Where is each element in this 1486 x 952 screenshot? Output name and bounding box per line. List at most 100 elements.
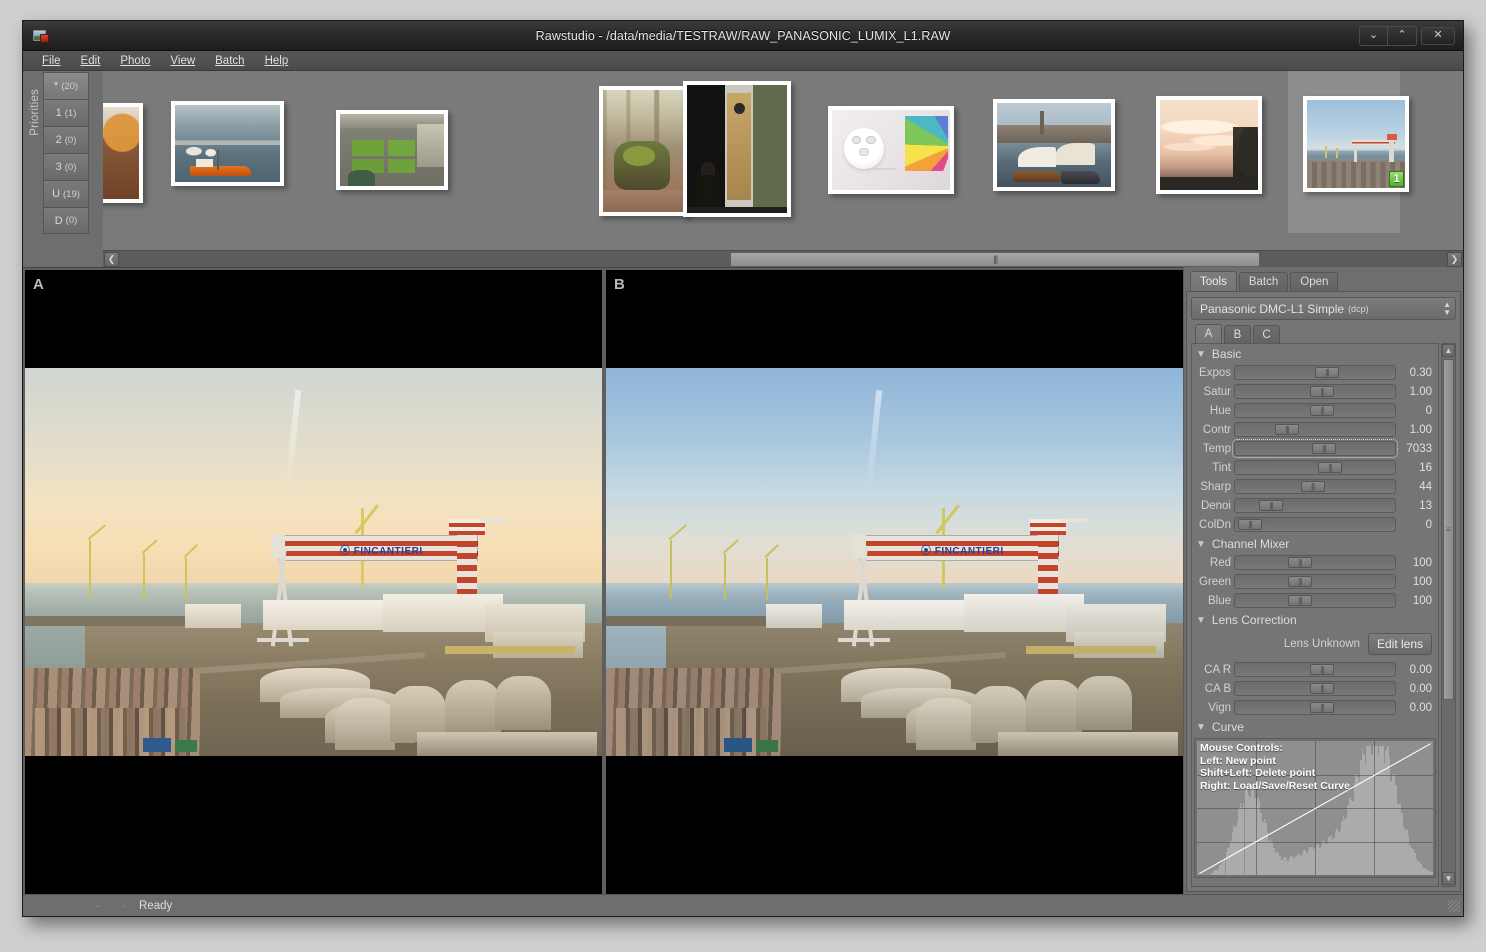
slider-row-color-denoise[interactable]: ColDn ||| 0 (1192, 515, 1438, 534)
slider-row-green[interactable]: Green ||| 100 (1192, 572, 1438, 591)
slider-track-blue[interactable]: ||| (1234, 593, 1396, 608)
lens-status-row: Lens Unknown Edit lens (1192, 629, 1438, 660)
slider-track-tint[interactable]: ||| (1234, 460, 1396, 475)
thumbnail-sunset-clouds[interactable] (1156, 96, 1262, 194)
slider-row-exposure[interactable]: Expos ||| 0.30 (1192, 363, 1438, 382)
slider-knob-hue[interactable]: ||| (1310, 405, 1335, 416)
thumbnail-led-lamp-swatches[interactable] (828, 106, 954, 194)
thumbnail-scrollbar-thumb[interactable]: ||| (729, 251, 1261, 267)
tab-batch[interactable]: Batch (1238, 272, 1289, 291)
snapshot-tab-a[interactable]: A (1195, 324, 1222, 343)
edit-lens-button[interactable]: Edit lens (1367, 633, 1432, 655)
slider-track-ca-red[interactable]: ||| (1234, 662, 1396, 677)
slider-row-red[interactable]: Red ||| 100 (1192, 553, 1438, 572)
menu-file[interactable]: File (33, 52, 70, 70)
snapshot-tab-c[interactable]: C (1253, 325, 1280, 343)
thumbnail-strip[interactable]: 1 (103, 71, 1463, 267)
close-button[interactable]: ✕ (1421, 26, 1455, 45)
slider-track-color-denoise[interactable]: ||| (1234, 517, 1396, 532)
priority-all-button[interactable]: * (20) (43, 72, 89, 99)
chevron-up-icon[interactable]: ▲ (1442, 344, 1455, 357)
slider-row-saturation[interactable]: Satur ||| 1.00 (1192, 382, 1438, 401)
slider-track-denoise[interactable]: ||| (1234, 498, 1396, 513)
profile-dropdown[interactable]: Panasonic DMC-L1 Simple (dcp) ▲ ▼ (1191, 297, 1456, 320)
slider-knob-blue[interactable]: ||| (1287, 595, 1312, 606)
tools-scrollbar-thumb[interactable]: ≡ (1443, 359, 1454, 701)
maximize-button[interactable]: ⌃ (1388, 26, 1416, 45)
slider-knob-denoise[interactable]: ||| (1259, 500, 1283, 511)
slider-row-contrast[interactable]: Contr ||| 1.00 (1192, 420, 1438, 439)
slider-knob-vignetting[interactable]: ||| (1310, 702, 1335, 713)
menu-photo[interactable]: Photo (111, 52, 159, 70)
tab-open[interactable]: Open (1290, 272, 1339, 291)
tab-tools[interactable]: Tools (1190, 271, 1237, 291)
thumbnail-shipyard-gantry[interactable]: 1 (1303, 96, 1409, 192)
thumbnail-harbour-orange-boat[interactable] (171, 101, 284, 186)
menu-help[interactable]: Help (256, 52, 298, 70)
slider-row-denoise[interactable]: Denoi ||| 13 (1192, 496, 1438, 515)
menu-edit[interactable]: Edit (72, 52, 110, 70)
thumbnail-courtyard-garden[interactable] (336, 110, 448, 190)
chevron-left-icon[interactable]: ❮ (104, 251, 119, 267)
priority-1-button[interactable]: 1 (1) (43, 99, 89, 126)
minimize-button[interactable]: ⌄ (1360, 26, 1388, 45)
slider-track-hue[interactable]: ||| (1234, 403, 1396, 418)
preview-pane-b[interactable]: B ⦿ FINCANTIERI (606, 270, 1183, 894)
slider-knob-ca-red[interactable]: ||| (1310, 664, 1335, 675)
thumbnail-whisky-glass[interactable] (103, 103, 143, 203)
priority-u-button[interactable]: U (19) (43, 180, 89, 207)
slider-track-sharpen[interactable]: ||| (1234, 479, 1396, 494)
thumbnail-speaker-lantern[interactable] (683, 81, 791, 217)
slider-row-tint[interactable]: Tint ||| 16 (1192, 458, 1438, 477)
slider-knob-temperature[interactable]: ||| (1311, 443, 1336, 454)
slider-row-blue[interactable]: Blue ||| 100 (1192, 591, 1438, 610)
slider-track-contrast[interactable]: ||| (1234, 422, 1396, 437)
snapshot-tab-b[interactable]: B (1224, 325, 1251, 343)
tools-body: Panasonic DMC-L1 Simple (dcp) ▲ ▼ A B C ▼… (1186, 291, 1461, 892)
section-lens-correction-header[interactable]: ▼ Lens Correction (1192, 610, 1438, 629)
slider-track-temperature[interactable]: ||| (1232, 439, 1398, 458)
slider-knob-tint[interactable]: ||| (1318, 462, 1343, 473)
slider-row-ca-blue[interactable]: CA B ||| 0.00 (1192, 679, 1438, 698)
slider-track-red[interactable]: ||| (1234, 555, 1396, 570)
curve-editor[interactable]: Mouse Controls: Left: New point Shift+Le… (1194, 738, 1436, 878)
thumbnail-mossy-stump[interactable] (599, 86, 689, 216)
slider-track-saturation[interactable]: ||| (1234, 384, 1396, 399)
thumbnail-wooden-sailboats[interactable] (993, 99, 1115, 191)
priority-2-button[interactable]: 2 (0) (43, 126, 89, 153)
menu-batch[interactable]: Batch (206, 52, 253, 70)
slider-row-temperature[interactable]: Temp ||| 7033 (1192, 439, 1438, 458)
slider-row-vignetting[interactable]: Vign ||| 0.00 (1192, 698, 1438, 717)
profile-name: Panasonic DMC-L1 Simple (1200, 301, 1345, 316)
slider-knob-saturation[interactable]: ||| (1310, 386, 1335, 397)
resize-grip[interactable] (1448, 899, 1460, 912)
tools-vertical-scrollbar[interactable]: ▲ ≡ ▼ (1441, 343, 1456, 887)
slider-row-hue[interactable]: Hue ||| 0 (1192, 401, 1438, 420)
thumbnail-scrollbar-track[interactable]: ||| (120, 251, 1446, 267)
chevron-right-icon[interactable]: ❯ (1447, 251, 1462, 267)
slider-track-vignetting[interactable]: ||| (1234, 700, 1396, 715)
slider-knob-exposure[interactable]: ||| (1315, 367, 1339, 378)
curve-canvas[interactable]: Mouse Controls: Left: New point Shift+Le… (1197, 741, 1433, 875)
slider-knob-green[interactable]: ||| (1287, 576, 1312, 587)
slider-knob-red[interactable]: ||| (1287, 557, 1312, 568)
slider-knob-ca-blue[interactable]: ||| (1310, 683, 1335, 694)
priority-d-button[interactable]: D (0) (43, 207, 89, 234)
profile-suffix: (dcp) (1348, 303, 1369, 314)
slider-row-sharpen[interactable]: Sharp ||| 44 (1192, 477, 1438, 496)
section-curve-header[interactable]: ▼ Curve (1192, 717, 1438, 736)
slider-row-ca-red[interactable]: CA R ||| 0.00 (1192, 660, 1438, 679)
slider-track-exposure[interactable]: ||| (1234, 365, 1396, 380)
slider-track-green[interactable]: ||| (1234, 574, 1396, 589)
priority-3-button[interactable]: 3 (0) (43, 153, 89, 180)
slider-knob-contrast[interactable]: ||| (1275, 424, 1299, 435)
thumbnail-scrollbar[interactable]: ❮ ||| ❯ (103, 250, 1463, 267)
menu-view[interactable]: View (161, 52, 204, 70)
section-basic-header[interactable]: ▼ Basic (1192, 344, 1438, 363)
slider-knob-color-denoise[interactable]: ||| (1238, 519, 1263, 530)
chevron-down-icon[interactable]: ▼ (1442, 872, 1455, 885)
slider-track-ca-blue[interactable]: ||| (1234, 681, 1396, 696)
preview-pane-a[interactable]: A ⦿ FINCANTIERI (25, 270, 602, 894)
section-channel-mixer-header[interactable]: ▼ Channel Mixer (1192, 534, 1438, 553)
slider-knob-sharpen[interactable]: ||| (1300, 481, 1325, 492)
